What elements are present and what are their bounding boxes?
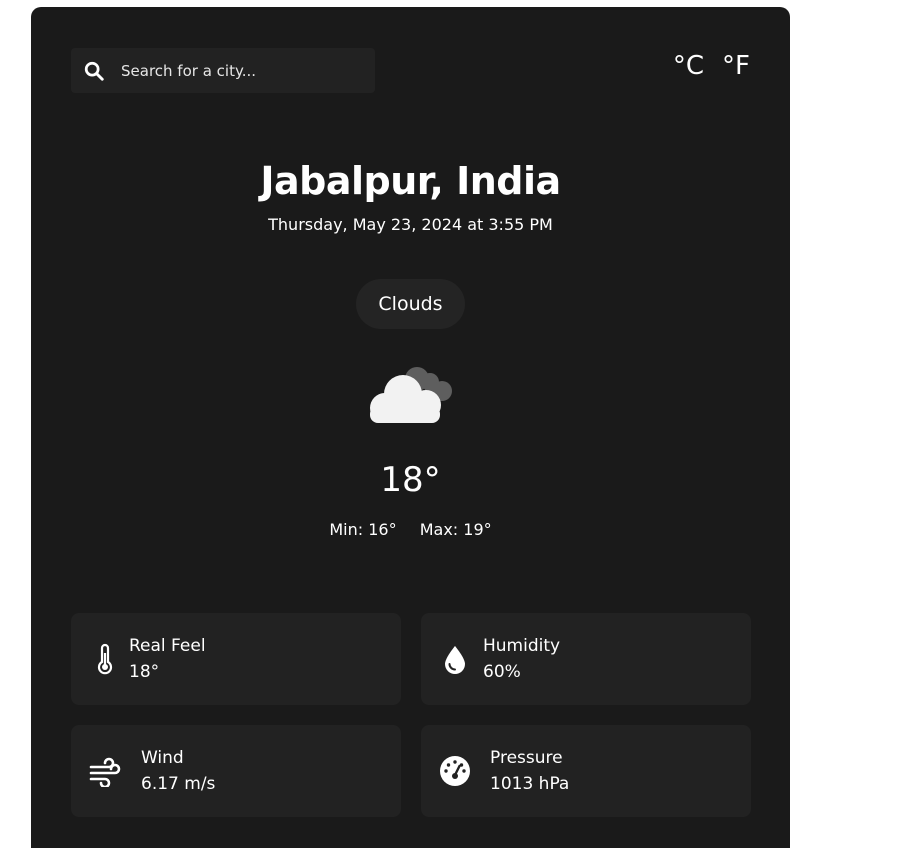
- detail-value: 6.17 m/s: [141, 774, 216, 794]
- gauge-icon: [440, 756, 470, 786]
- current-temperature: 18°: [380, 460, 441, 500]
- droplet-icon: [445, 646, 465, 674]
- detail-tile-wind: Wind 6.17 m/s: [71, 725, 401, 817]
- detail-tile-humidity: Humidity 60%: [421, 613, 751, 705]
- weather-card: °C °F Jabalpur, India Thursday, May 23, …: [31, 7, 790, 848]
- detail-label: Pressure: [490, 748, 563, 768]
- detail-value: 18°: [129, 662, 160, 682]
- city-title: Jabalpur, India: [260, 159, 561, 203]
- condition-badge: Clouds: [356, 279, 465, 329]
- detail-label: Real Feel: [129, 636, 206, 656]
- thermometer-icon: [97, 643, 113, 675]
- detail-tile-real-feel: Real Feel 18°: [71, 613, 401, 705]
- min-temperature: Min: 16°: [329, 520, 397, 539]
- unit-switcher: °C °F: [673, 51, 750, 81]
- detail-label: Humidity: [483, 636, 561, 656]
- date-time: Thursday, May 23, 2024 at 3:55 PM: [268, 215, 553, 234]
- clouds-icon: [370, 367, 452, 423]
- detail-value: 1013 hPa: [490, 774, 570, 794]
- celsius-button[interactable]: °C: [673, 51, 704, 81]
- detail-tile-pressure: Pressure 1013 hPa: [421, 725, 751, 817]
- search-icon[interactable]: [83, 60, 105, 82]
- fahrenheit-button[interactable]: °F: [722, 51, 750, 81]
- max-temperature: Max: 19°: [419, 520, 492, 539]
- search-input[interactable]: [121, 48, 361, 93]
- detail-value: 60%: [483, 662, 521, 682]
- wind-icon: [89, 757, 121, 787]
- min-max-temperature: Min: 16° Max: 19°: [31, 520, 790, 539]
- detail-label: Wind: [141, 748, 184, 768]
- search-bar[interactable]: [71, 48, 375, 93]
